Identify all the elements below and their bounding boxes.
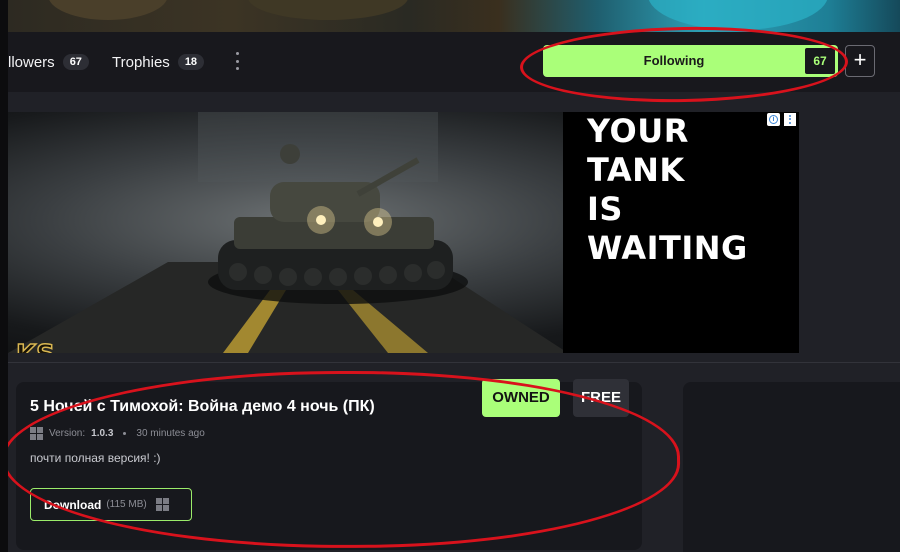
download-label: Download <box>44 497 102 512</box>
ad-logo-fragment: KS <box>15 339 55 353</box>
following-button[interactable]: Following 67 <box>543 45 838 77</box>
ad-info-icon[interactable]: i <box>767 113 780 126</box>
trophies-stat[interactable]: Trophies 18 <box>112 32 205 92</box>
followers-label: llowers <box>8 53 55 71</box>
profile-header-banner <box>8 0 900 32</box>
meta-separator <box>123 431 127 435</box>
version-number: 1.0.3 <box>91 427 114 439</box>
following-button-label: Following <box>643 53 705 68</box>
following-count: 67 <box>805 48 835 74</box>
followers-stat[interactable]: llowers 67 <box>8 32 89 92</box>
windows-icon <box>155 498 169 511</box>
ad-menu-icon[interactable] <box>784 113 796 126</box>
add-button[interactable]: + <box>845 45 875 77</box>
more-options-icon[interactable] <box>232 50 242 72</box>
followers-count: 67 <box>62 54 89 70</box>
ad-headline-line2: IS WAITING <box>587 190 748 267</box>
download-button[interactable]: Download (115 MB) <box>30 488 192 521</box>
price-badge: FREE <box>573 379 629 417</box>
download-size: (115 MB) <box>106 499 147 510</box>
ad-headline: YOUR TANK IS WAITING <box>587 112 787 268</box>
game-meta: Version: 1.0.3 30 minutes ago <box>30 425 205 441</box>
updated-time: 30 minutes ago <box>136 427 205 439</box>
owned-badge: OWNED <box>482 379 560 417</box>
game-description: почти полная версия! :) <box>30 451 161 465</box>
game-title[interactable]: 5 Ночей с Тимохой: Война демо 4 ночь (ПК… <box>30 398 375 416</box>
left-window-edge <box>0 0 8 552</box>
trophies-count: 18 <box>177 54 205 70</box>
version-label: Version: <box>49 427 86 439</box>
side-panel <box>683 382 900 552</box>
ad-info-glyph: i <box>769 115 778 124</box>
trophies-label: Trophies <box>112 53 170 71</box>
windows-icon <box>30 426 43 440</box>
section-divider <box>8 362 900 363</box>
ad-headline-line1: YOUR TANK <box>587 112 689 189</box>
